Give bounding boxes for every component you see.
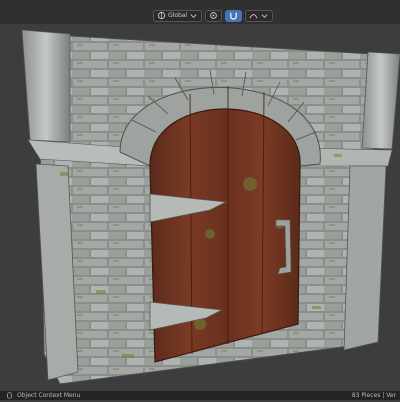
left-pillar-top (21, 29, 71, 143)
door-model[interactable] (0, 24, 400, 391)
proportional-edit-toggle[interactable] (245, 9, 274, 22)
transform-orientation-dropdown[interactable]: Global (153, 9, 203, 22)
chevron-down-icon (260, 11, 269, 20)
pivot-icon (209, 11, 218, 20)
transform-orientation-icon (157, 11, 166, 20)
status-bar: Object Context Menu 83 Pieces | Ver (0, 391, 400, 400)
header-tools: Global (153, 9, 274, 22)
snap-toggle[interactable] (225, 9, 243, 22)
3d-viewport[interactable] (0, 24, 400, 391)
right-pillar-top (361, 51, 400, 150)
right-jamb (343, 165, 387, 351)
mouse-right-click-icon (6, 392, 13, 399)
chevron-down-icon (189, 11, 198, 20)
status-left: Object Context Menu (6, 391, 80, 400)
pivot-point-dropdown[interactable] (205, 9, 223, 22)
orientation-label: Global (168, 12, 188, 19)
status-stats: 83 Pieces | Ver (351, 392, 396, 399)
status-context-label: Object Context Menu (17, 392, 81, 399)
proportional-edit-icon (249, 11, 258, 20)
snap-icon (229, 11, 238, 20)
viewport-header: Global (0, 0, 400, 24)
